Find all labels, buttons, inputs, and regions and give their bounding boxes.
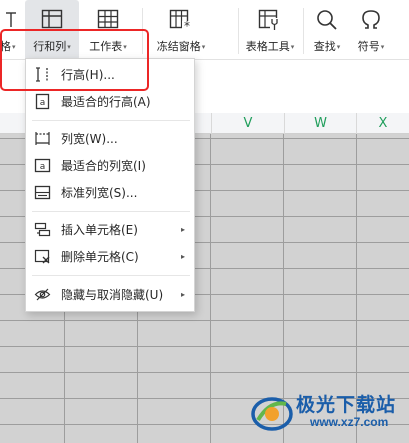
search-icon	[317, 10, 337, 30]
site-watermark: 极光下载站 www.xz7.com	[250, 388, 402, 438]
hide-unhide-icon	[34, 288, 51, 301]
menu-item-delete-cells[interactable]: 删除单元格(C) ▸	[26, 244, 194, 270]
menu-item-autofit-column-width[interactable]: a 最适合的列宽(I)	[26, 153, 194, 179]
menu-item-hide-unhide[interactable]: 隐藏与取消隐藏(U) ▸	[26, 282, 194, 308]
find-button[interactable]: 查找▾	[307, 0, 347, 60]
symbol-omega-icon	[362, 10, 380, 29]
ribbon-divider	[303, 8, 304, 54]
autofit-row-icon: a	[35, 93, 50, 110]
standard-width-icon	[34, 185, 51, 200]
submenu-arrow-icon: ▸	[180, 290, 185, 299]
row-column-dropdown-menu: 行高(H)... a 最适合的行高(A) 列宽(W)... a 最适合的列宽(I…	[25, 58, 195, 312]
row-column-icon	[41, 9, 63, 29]
worksheet-icon	[97, 9, 119, 29]
table-tools-icon	[258, 9, 279, 30]
menu-item-autofit-row-height[interactable]: a 最适合的行高(A)	[26, 89, 194, 115]
menu-item-label: 列宽(W)...	[61, 132, 118, 146]
column-header-x[interactable]: X	[356, 113, 409, 134]
menu-item-label: 插入单元格(E)	[61, 223, 138, 237]
menu-item-label: 隐藏与取消隐藏(U)	[61, 288, 164, 302]
watermark-title: 极光下载站	[296, 394, 397, 416]
menu-item-insert-cells[interactable]: 插入单元格(E) ▸	[26, 217, 194, 243]
menu-item-label: 最适合的列宽(I)	[61, 159, 146, 173]
ribbon-divider	[238, 8, 239, 54]
table-tools-label: 表格工具	[245, 40, 290, 53]
menu-item-label: 最适合的行高(A)	[61, 95, 151, 109]
column-header-v[interactable]: V	[211, 113, 284, 134]
freeze-panes-button[interactable]: * 冻结窗格▾	[148, 0, 214, 60]
column-width-icon	[35, 132, 50, 145]
autofit-column-icon: a	[34, 158, 51, 173]
menu-separator	[32, 120, 190, 121]
freeze-panes-label: 冻结窗格	[156, 40, 201, 53]
menu-separator	[32, 211, 190, 212]
site-logo-icon	[251, 397, 293, 431]
svg-text:a: a	[40, 98, 46, 108]
submenu-arrow-icon: ▸	[180, 252, 185, 261]
symbol-button[interactable]: 符号▾	[350, 0, 392, 60]
column-header-w[interactable]: W	[284, 113, 356, 134]
red-highlight-box	[0, 29, 149, 91]
symbol-label: 符号	[357, 40, 380, 53]
delete-cell-icon	[34, 249, 50, 264]
submenu-arrow-icon: ▸	[180, 225, 185, 234]
watermark-url: www.xz7.com	[310, 415, 389, 429]
menu-item-column-width[interactable]: 列宽(W)...	[26, 126, 194, 152]
insert-cell-icon	[34, 222, 51, 237]
find-label: 查找	[313, 40, 336, 53]
freeze-panes-icon: *	[169, 9, 192, 31]
menu-item-label: 标准列宽(S)...	[61, 186, 138, 200]
svg-text:*: *	[184, 19, 190, 31]
menu-item-standard-width[interactable]: 标准列宽(S)...	[26, 180, 194, 206]
menu-separator	[32, 275, 190, 276]
partial-format-icon	[6, 12, 16, 27]
svg-text:a: a	[40, 162, 46, 172]
table-tools-button[interactable]: 表格工具▾	[242, 0, 298, 60]
menu-item-label: 删除单元格(C)	[61, 250, 139, 264]
